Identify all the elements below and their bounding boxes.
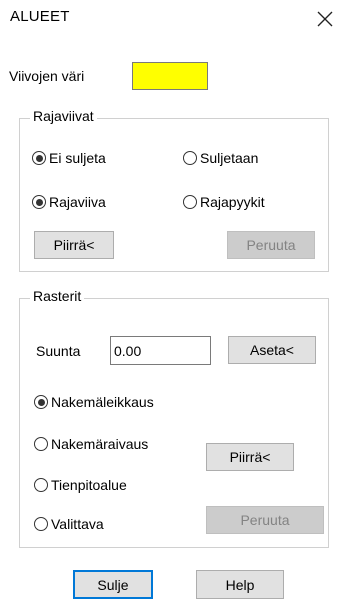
radio-nakemaleikkaus[interactable]: Nakemäleikkaus: [34, 394, 154, 410]
direction-input[interactable]: 0.00: [110, 336, 211, 365]
rajaviivat-cancel-button[interactable]: Peruuta: [227, 231, 315, 259]
line-color-label: Viivojen väri: [9, 68, 85, 84]
radio-circle: [183, 195, 197, 209]
rasterit-group-title: Rasterit: [30, 288, 85, 304]
radio-circle: [34, 478, 48, 492]
help-button[interactable]: Help: [196, 570, 284, 599]
radio-circle: [34, 517, 48, 531]
radio-label: Rajapyykit: [200, 194, 265, 210]
radio-label: Tienpitoalue: [51, 477, 127, 493]
rajaviivat-draw-button[interactable]: Piirrä<: [34, 231, 114, 259]
radio-label: Valittava: [51, 516, 104, 532]
close-dialog-button[interactable]: Sulje: [73, 570, 153, 599]
rajaviivat-group-title: Rajaviivat: [30, 108, 97, 124]
rasterit-draw-button[interactable]: Piirrä<: [206, 443, 294, 471]
radio-ei-suljeta[interactable]: Ei suljeta: [32, 150, 106, 166]
dialog-title: ALUEET: [10, 8, 70, 25]
radio-rajaviiva[interactable]: Rajaviiva: [32, 194, 106, 210]
radio-circle: [32, 195, 46, 209]
radio-circle: [34, 437, 48, 451]
direction-label: Suunta: [36, 343, 81, 359]
line-color-swatch[interactable]: [132, 62, 208, 90]
set-direction-button[interactable]: Aseta<: [228, 336, 316, 364]
close-icon: [317, 11, 333, 27]
radio-dot: [35, 198, 43, 206]
radio-label: Rajaviiva: [49, 194, 106, 210]
radio-dot: [35, 154, 43, 162]
radio-circle: [183, 151, 197, 165]
radio-circle: [32, 151, 46, 165]
rasterit-cancel-button[interactable]: Peruuta: [206, 506, 324, 534]
radio-label: Ei suljeta: [49, 150, 106, 166]
radio-valittava[interactable]: Valittava: [34, 516, 104, 532]
radio-label: Nakemäraivaus: [51, 436, 149, 452]
radio-circle: [34, 395, 48, 409]
close-button[interactable]: [308, 2, 342, 36]
radio-nakemaraivaus[interactable]: Nakemäraivaus: [34, 436, 148, 452]
radio-label: Suljetaan: [200, 150, 259, 166]
radio-tienpitoalue[interactable]: Tienpitoalue: [34, 477, 127, 493]
radio-label: Nakemäleikkaus: [51, 394, 154, 410]
radio-rajapyykit[interactable]: Rajapyykit: [183, 194, 265, 210]
radio-suljetaan[interactable]: Suljetaan: [183, 150, 258, 166]
radio-dot: [37, 398, 45, 406]
